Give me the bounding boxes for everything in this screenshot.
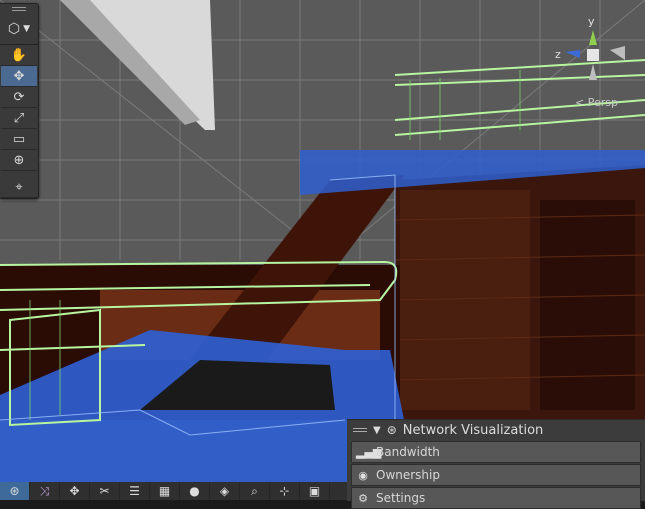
network-icon: ⊛ — [9, 484, 20, 498]
custom-tool-button[interactable]: ⌖ — [1, 177, 37, 198]
move-icon: ✥ — [69, 484, 80, 498]
settings-option[interactable]: ⚙ Settings — [351, 487, 641, 509]
gizmo-y-label: y — [588, 15, 595, 28]
settings-label: Settings — [376, 491, 426, 505]
collapse-arrow-icon[interactable]: ▼ — [373, 425, 381, 436]
circle-icon: ● — [189, 484, 200, 498]
diamond-button[interactable]: ◈ — [210, 482, 240, 500]
ownership-label: Ownership — [376, 468, 440, 482]
custom-tool-icon: ⌖ — [15, 179, 23, 195]
palette-grip[interactable] — [0, 4, 38, 14]
diamond-icon: ◈ — [219, 484, 230, 498]
hierarchy-icon: ⊹ — [279, 484, 290, 498]
move-tool-button[interactable]: ✥ — [1, 66, 37, 87]
circle-button[interactable]: ● — [180, 482, 210, 500]
rect-tool-button[interactable]: ▭ — [1, 129, 37, 150]
network-panel-header[interactable]: ▼ ⊛ Network Visualization — [347, 420, 645, 440]
mode-dropdown[interactable]: ⬡ ▼ — [0, 14, 38, 45]
bar-chart-icon: ▂▄▆ — [356, 445, 382, 459]
network-panel-title: Network Visualization — [402, 422, 544, 438]
search-button[interactable]: ⌕ — [240, 482, 270, 500]
scissors-button[interactable]: ✂ — [90, 482, 120, 500]
user-circle-icon: ◉ — [358, 468, 368, 482]
rotate-tool-button[interactable]: ⟳ — [1, 87, 37, 108]
hand-tool-button[interactable]: ✋ — [1, 45, 37, 66]
move-tool-icon: ✥ — [13, 68, 25, 84]
gear-icon: ⚙ — [358, 491, 368, 505]
tool-palette: ⬡ ▼ ✋ ✥ ⟳ ⤢ ▭ ⊕ ⌖ — [0, 3, 39, 199]
move-button[interactable]: ✥ — [60, 482, 90, 500]
projection-label[interactable]: < Persp — [575, 96, 618, 109]
shuffle-button[interactable]: ⤨ — [30, 482, 60, 500]
search-icon: ⌕ — [251, 483, 258, 498]
transform-tool-icon: ⊕ — [13, 152, 25, 168]
scale-tool-icon: ⤢ — [13, 110, 25, 126]
bandwidth-option[interactable]: ▂▄▆ Bandwidth — [351, 441, 641, 463]
grid-icon: ▦ — [158, 484, 171, 498]
hand-tool-icon: ✋ — [10, 47, 28, 63]
scale-tool-button[interactable]: ⤢ — [1, 108, 37, 129]
bottom-overlay-toolbar: ⊛ ⤨ ✥ ✂ ☰ ▦ ● ◈ ⌕ ⊹ ▣ — [0, 482, 347, 500]
network-button[interactable]: ⊛ — [0, 482, 30, 500]
gizmo-z-label: z — [555, 48, 561, 61]
transform-tool-button[interactable]: ⊕ — [1, 150, 37, 171]
window-button[interactable]: ▣ — [300, 482, 330, 500]
bandwidth-label: Bandwidth — [376, 445, 440, 459]
ownership-option[interactable]: ◉ Ownership — [351, 464, 641, 486]
panel-grip-icon[interactable] — [353, 428, 367, 432]
chevron-down-icon: ▼ — [23, 24, 31, 34]
rect-tool-icon: ▭ — [12, 131, 26, 147]
grid-button[interactable]: ▦ — [150, 482, 180, 500]
scissors-icon: ✂ — [99, 484, 110, 498]
shuffle-icon: ⤨ — [39, 483, 50, 498]
network-icon: ⊛ — [386, 423, 397, 437]
window-icon: ▣ — [308, 484, 321, 498]
hierarchy-button[interactable]: ⊹ — [270, 482, 300, 500]
rotate-tool-icon: ⟳ — [13, 89, 25, 105]
layers-button[interactable]: ☰ — [120, 482, 150, 500]
layers-icon: ☰ — [129, 484, 140, 498]
network-visualization-panel: ▼ ⊛ Network Visualization ▂▄▆ Bandwidth … — [347, 419, 645, 509]
cube-icon: ⬡ — [7, 21, 21, 37]
